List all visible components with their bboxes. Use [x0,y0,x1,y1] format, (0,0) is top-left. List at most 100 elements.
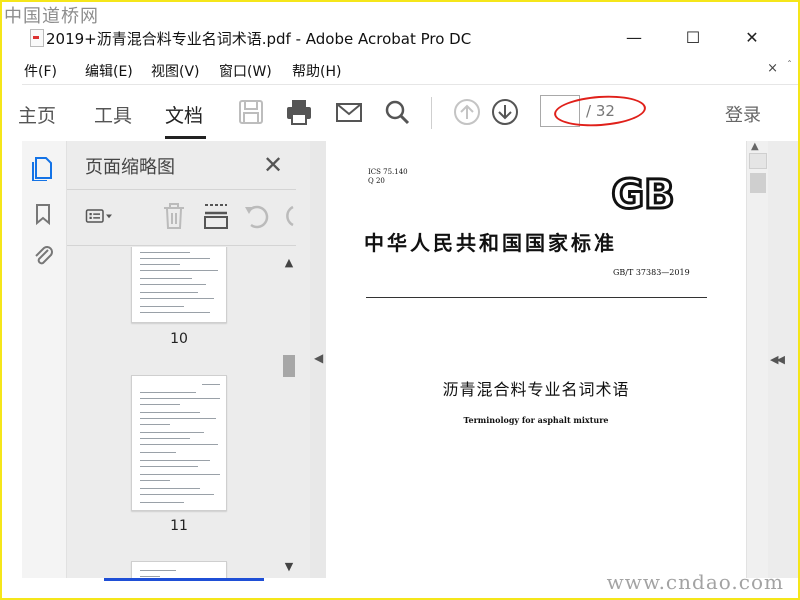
login-button[interactable]: 登录 [725,101,761,127]
menu-view[interactable]: 视图(V) [151,61,200,81]
scroll-thumb[interactable] [283,355,295,377]
thumbnail-text-line [140,258,210,259]
thumbnail-text-line [140,452,176,453]
main-toolbar: 主页 工具 文档 / 32 登录 [18,84,798,142]
attachment-icon[interactable] [30,243,56,269]
thumbnail-text-line [140,474,220,475]
thumbnails-panel: 页面缩略图 ✕ 10 11 ▲ ▼ [67,141,310,578]
thumbnail-text-line [140,404,180,405]
thumbnail-text-line [140,278,192,279]
delete-icon[interactable] [159,201,189,231]
thumbnail-label: 10 [170,331,188,347]
thumbnail-list: 10 11 [67,247,281,578]
toolbar-divider [431,97,432,129]
thumbnail-text-line [140,298,214,299]
panel-splitter[interactable]: ◀ [310,141,326,578]
document-title-en: Terminology for asphalt mixture [463,415,609,425]
thumbnail-text-line [140,460,210,461]
rotate-ccw-icon[interactable] [241,201,271,231]
thumbnail-text-line [140,292,198,293]
tab-home[interactable]: 主页 [18,101,56,128]
thumbnail-text-line [140,480,170,481]
collapse-panel-icon[interactable]: ◀ [314,351,323,365]
thumbnail-page[interactable] [131,247,227,323]
thumbnail-text-line [140,252,190,253]
thumbnail-text-line [140,432,204,433]
save-icon[interactable] [236,97,266,127]
document-title-cn: 沥青混合料专业名词术语 [442,380,630,399]
thumbnail-text-line [140,466,198,467]
window-title: 2019+沥青混合料专业名词术语.pdf - Adobe Acrobat Pro… [46,30,472,48]
collapse-menu-icon[interactable]: ˆ [787,60,792,71]
bottom-link-underline [104,578,264,581]
right-pane-toggle[interactable]: ◀◀ [768,141,798,578]
thumbnail-text-line [140,444,218,445]
pdf-file-icon [30,29,44,47]
rotate-cw-icon[interactable] [279,201,297,231]
ccs-number: Q 20 [368,177,385,185]
thumbnail-page[interactable] [131,561,227,578]
title-bar: 2019+沥青混合料专业名词术语.pdf - Adobe Acrobat Pro… [2,22,798,54]
prev-page-icon[interactable] [452,97,482,127]
page-thumbnails-icon[interactable] [30,155,56,181]
scroll-up-icon[interactable]: ▲ [751,141,759,152]
thumbnail-text-line [202,384,220,385]
watermark-bottom: www.cndao.com [606,570,784,594]
options-icon[interactable] [85,201,115,231]
scroll-up-icon[interactable]: ▲ [281,255,297,271]
print-icon[interactable] [284,97,314,127]
thumbnail-page[interactable] [131,375,227,511]
thumbnail-text-line [140,494,214,495]
document-scrollbar[interactable]: ▲ [746,141,769,578]
thumbnail-text-line [140,438,190,439]
national-standard-heading: 中华人民共和国国家标准 [364,231,617,255]
watermark-top: 中国道桥网 [4,6,99,27]
thumbnail-text-line [140,424,170,425]
active-tab-indicator [165,136,206,139]
thumbnail-text-line [140,306,184,307]
thumbnail-text-line [140,488,200,489]
thumbnail-text-line [140,576,160,577]
thumbnail-text-line [140,502,184,503]
menu-help[interactable]: 帮助(H) [292,61,341,81]
tab-document[interactable]: 文档 [165,101,203,128]
ics-code: ICS 75.140 Q 20 [368,168,408,186]
menu-bar: 件(F) 编辑(E) 视图(V) 窗口(W) 帮助(H) × ˆ [2,57,798,83]
thumbnail-label: 11 [170,518,188,534]
svg-text:GB: GB [611,173,674,215]
maximize-button[interactable]: ☐ [673,26,713,50]
close-window-button[interactable]: ✕ [732,26,772,50]
minimize-button[interactable]: — [614,26,654,50]
thumbnail-scrollbar[interactable]: ▲ ▼ [281,247,297,578]
close-panel-button[interactable]: ✕ [263,151,283,179]
menu-window[interactable]: 窗口(W) [219,61,272,81]
thumbnail-text-line [140,270,218,271]
menu-edit[interactable]: 编辑(E) [85,61,133,81]
expand-right-pane-icon[interactable]: ◀◀ [770,353,785,366]
crop-icon[interactable] [201,201,231,231]
scroll-track[interactable] [749,153,767,169]
header-rule [366,297,707,298]
close-document-icon[interactable]: × [767,61,778,76]
menu-file[interactable]: 件(F) [24,61,57,81]
panel-divider [67,189,296,190]
email-icon[interactable] [334,97,364,127]
thumbnail-text-line [140,412,200,413]
scroll-down-icon[interactable]: ▼ [281,559,297,575]
screenshot-frame: 中国道桥网 2019+沥青混合料专业名词术语.pdf - Adobe Acrob… [0,0,800,600]
tab-tools[interactable]: 工具 [94,101,132,128]
gb-logo: GB [610,173,676,215]
thumbnail-text-line [140,398,220,399]
search-icon[interactable] [382,97,412,127]
standard-code: GB/T 37383—2019 [613,268,690,277]
bookmark-icon[interactable] [30,201,56,227]
thumbnail-text-line [140,312,210,313]
thumbnail-text-line [140,392,196,393]
document-page: ICS 75.140 Q 20 GB 中华人民共和国国家标准 GB/T 3738… [326,141,746,578]
thumbnail-text-line [140,284,206,285]
left-nav-rail [22,141,67,578]
next-page-icon[interactable] [490,97,520,127]
thumbnail-text-line [140,418,216,419]
thumbnail-text-line [140,264,180,265]
scroll-thumb[interactable] [750,173,766,193]
